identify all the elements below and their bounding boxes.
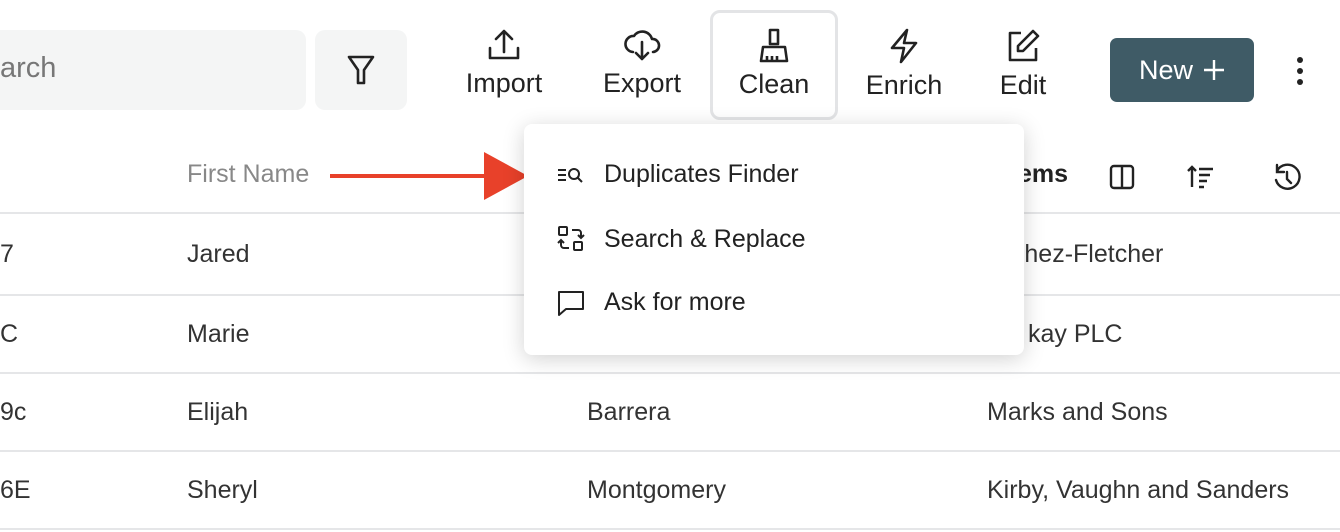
menu-item-search-replace[interactable]: Search & Replace [556,224,806,254]
row-divider [0,528,1340,530]
filter-icon [347,55,375,85]
columns-icon[interactable] [1108,163,1136,191]
broom-icon [759,28,789,63]
import-button[interactable]: Import [458,14,550,120]
more-options-icon[interactable] [1290,56,1310,86]
export-button[interactable]: Export [596,14,688,120]
edit-button[interactable]: Edit [977,14,1069,120]
search-input[interactable]: arch [0,30,306,110]
search-replace-icon [557,226,585,251]
edit-icon [1008,29,1040,62]
enrich-button[interactable]: Enrich [858,14,950,120]
row-divider [0,450,1340,452]
row-divider [0,372,1340,374]
header-first-name[interactable]: First Name [187,160,309,189]
new-button[interactable]: New [1110,38,1254,102]
sort-icon[interactable] [1186,163,1216,191]
menu-item-ask-for-more[interactable]: Ask for more [556,288,746,317]
cloud-download-icon [624,30,661,61]
upload-icon [488,29,520,60]
filter-button[interactable] [315,30,407,110]
clean-dropdown-menu: Duplicates Finder Search & Replace Ask f… [524,124,1024,355]
history-icon[interactable] [1272,163,1302,193]
clean-button[interactable]: Clean [710,10,838,120]
duplicates-search-icon [558,167,583,183]
chat-icon [558,290,584,316]
plus-icon [1204,60,1224,80]
menu-item-duplicates-finder[interactable]: Duplicates Finder [556,160,799,189]
lightning-icon [890,28,918,64]
header-company[interactable]: ems [1018,160,1068,189]
annotation-arrow [330,152,528,200]
